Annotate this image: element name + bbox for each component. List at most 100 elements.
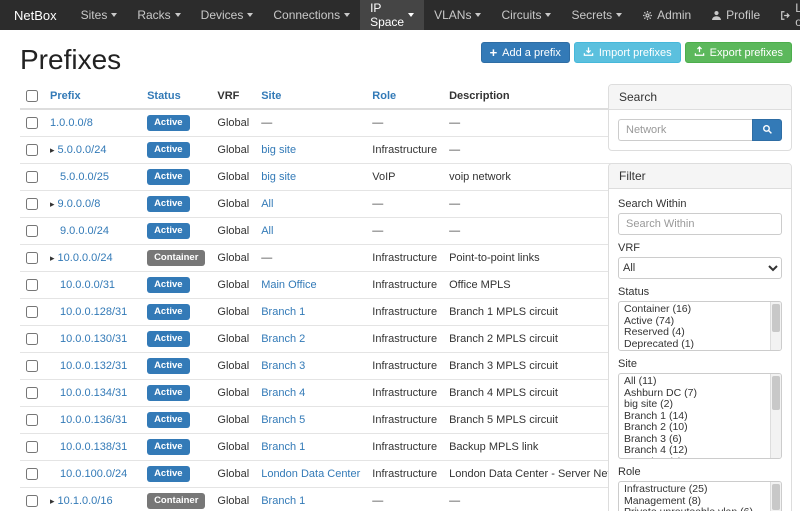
prefix-link[interactable]: 10.0.0.0/31 <box>60 279 115 291</box>
scrollbar-thumb[interactable] <box>772 484 780 510</box>
row-select-cell <box>20 191 44 218</box>
scrollbar-thumb[interactable] <box>772 376 780 410</box>
site-scrollbar[interactable] <box>770 374 781 458</box>
site-link[interactable]: big site <box>261 171 296 183</box>
nav-item-ip-space[interactable]: IP Space <box>360 0 424 30</box>
prefix-link[interactable]: 9.0.0.0/24 <box>60 225 109 237</box>
site-link[interactable]: Branch 4 <box>261 387 305 399</box>
prefix-link[interactable]: 9.0.0.0/8 <box>58 198 101 210</box>
role-listbox[interactable]: Infrastructure (25)Management (8)Private… <box>618 481 782 511</box>
site-link[interactable]: All <box>261 198 273 210</box>
listbox-option[interactable]: Branch 2 (10) <box>619 422 770 434</box>
listbox-option[interactable]: All (11) <box>619 376 770 388</box>
prefix-link[interactable]: 10.0.0.134/31 <box>60 387 127 399</box>
row-checkbox[interactable] <box>26 279 38 291</box>
export-prefixes-button[interactable]: Export prefixes <box>685 42 792 63</box>
status-cell: Active <box>141 353 211 380</box>
prefix-link[interactable]: 10.0.100.0/24 <box>60 468 127 480</box>
prefix-link[interactable]: 5.0.0.0/25 <box>60 171 109 183</box>
vrf-value: Global <box>217 387 249 399</box>
site-link[interactable]: London Data Center <box>261 468 360 480</box>
listbox-option[interactable]: Active (74) <box>619 316 770 328</box>
listbox-option[interactable]: Infrastructure (25) <box>619 484 770 496</box>
brand-logo[interactable]: NetBox <box>0 0 71 30</box>
search-input[interactable] <box>618 119 752 141</box>
chevron-down-icon <box>616 13 622 17</box>
row-checkbox[interactable] <box>26 495 38 507</box>
listbox-option[interactable]: Reserved (4) <box>619 327 770 339</box>
site-link[interactable]: All <box>261 225 273 237</box>
site-link[interactable]: Branch 1 <box>261 306 305 318</box>
nav-item-racks[interactable]: Racks <box>127 0 190 30</box>
nav-item-circuits[interactable]: Circuits <box>491 0 561 30</box>
row-checkbox[interactable] <box>26 387 38 399</box>
nav-item-logout[interactable]: Log out <box>770 0 800 30</box>
column-header-role[interactable]: Role <box>372 90 396 102</box>
row-checkbox[interactable] <box>26 252 38 264</box>
listbox-option[interactable]: Branch 3 (6) <box>619 434 770 446</box>
nav-item-label: Devices <box>201 8 244 22</box>
row-checkbox[interactable] <box>26 468 38 480</box>
nav-item-devices[interactable]: Devices <box>191 0 264 30</box>
prefix-link[interactable]: 5.0.0.0/24 <box>58 144 107 156</box>
site-link[interactable]: Branch 2 <box>261 333 305 345</box>
row-checkbox[interactable] <box>26 198 38 210</box>
site-link[interactable]: Branch 1 <box>261 441 305 453</box>
nav-item-profile[interactable]: Profile <box>701 0 770 30</box>
row-checkbox[interactable] <box>26 117 38 129</box>
status-scrollbar[interactable] <box>770 302 781 350</box>
vrf-select[interactable]: All <box>618 257 782 279</box>
row-checkbox[interactable] <box>26 225 38 237</box>
import-prefixes-button[interactable]: Import prefixes <box>574 42 681 63</box>
row-checkbox[interactable] <box>26 333 38 345</box>
listbox-option[interactable]: Private unrouteable vlan (6) <box>619 507 770 511</box>
row-select-cell <box>20 272 44 299</box>
nav-item-admin[interactable]: Admin <box>632 0 701 30</box>
prefix-link[interactable]: 10.0.0.0/24 <box>58 252 113 264</box>
role-scrollbar[interactable] <box>770 482 781 511</box>
row-checkbox[interactable] <box>26 171 38 183</box>
prefix-link[interactable]: 10.1.0.0/16 <box>58 495 113 507</box>
row-checkbox[interactable] <box>26 414 38 426</box>
row-checkbox[interactable] <box>26 306 38 318</box>
listbox-option[interactable]: big site (2) <box>619 399 770 411</box>
select-all-checkbox[interactable] <box>26 90 38 102</box>
nav-item-secrets[interactable]: Secrets <box>561 0 632 30</box>
site-link[interactable]: big site <box>261 144 296 156</box>
site-link[interactable]: Branch 1 <box>261 495 305 507</box>
nav-item-vlans[interactable]: VLANs <box>424 0 491 30</box>
listbox-option[interactable]: Container (16) <box>619 304 770 316</box>
row-checkbox[interactable] <box>26 441 38 453</box>
row-checkbox[interactable] <box>26 360 38 372</box>
site-link[interactable]: Main Office <box>261 279 316 291</box>
search-button[interactable] <box>752 119 782 141</box>
listbox-option[interactable]: Deprecated (1) <box>619 339 770 351</box>
site-link[interactable]: Branch 3 <box>261 360 305 372</box>
column-header-site[interactable]: Site <box>261 90 281 102</box>
search-within-input[interactable] <box>618 213 782 235</box>
site-cell: Branch 4 <box>255 380 366 407</box>
description-value: Backup MPLS link <box>449 441 538 453</box>
prefix-link[interactable]: 10.0.0.130/31 <box>60 333 127 345</box>
scrollbar-thumb[interactable] <box>772 304 780 332</box>
listbox-option[interactable]: Branch 5 (7) <box>619 457 770 460</box>
listbox-option[interactable]: Branch 4 (12) <box>619 445 770 457</box>
listbox-option[interactable]: Management (8) <box>619 496 770 508</box>
listbox-option[interactable]: Branch 1 (14) <box>619 411 770 423</box>
prefix-indent: ▸10.0.0.0/24 <box>50 252 113 264</box>
prefix-link[interactable]: 1.0.0.0/8 <box>50 117 93 129</box>
nav-item-connections[interactable]: Connections <box>263 0 360 30</box>
add-prefix-button[interactable]: + Add a prefix <box>481 42 570 63</box>
site-listbox[interactable]: All (11)Ashburn DC (7)big site (2)Branch… <box>618 373 782 459</box>
prefix-link[interactable]: 10.0.0.136/31 <box>60 414 127 426</box>
column-header-prefix[interactable]: Prefix <box>50 90 81 102</box>
status-listbox[interactable]: Container (16)Active (74)Reserved (4)Dep… <box>618 301 782 351</box>
site-link[interactable]: Branch 5 <box>261 414 305 426</box>
row-checkbox[interactable] <box>26 144 38 156</box>
nav-item-sites[interactable]: Sites <box>71 0 128 30</box>
listbox-option[interactable]: Ashburn DC (7) <box>619 388 770 400</box>
column-header-status[interactable]: Status <box>147 90 181 102</box>
prefix-link[interactable]: 10.0.0.138/31 <box>60 441 127 453</box>
prefix-link[interactable]: 10.0.0.132/31 <box>60 360 127 372</box>
prefix-link[interactable]: 10.0.0.128/31 <box>60 306 127 318</box>
